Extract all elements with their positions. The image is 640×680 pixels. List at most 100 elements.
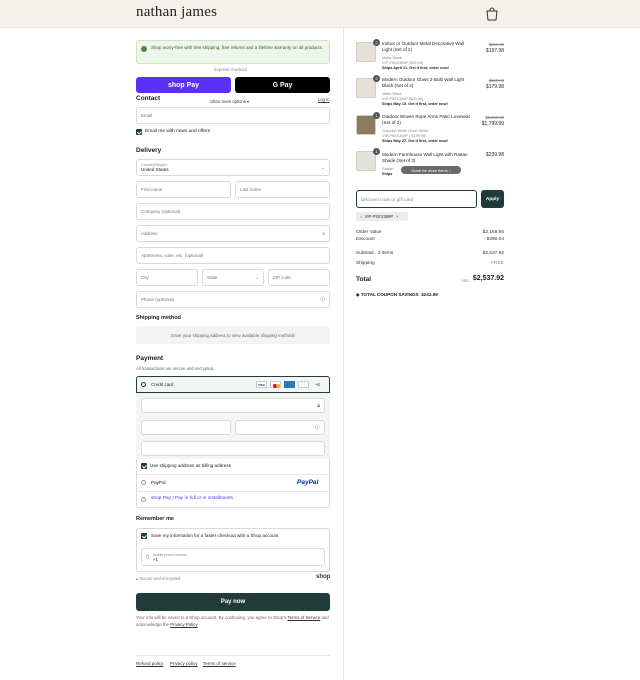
item-price: $239.98: [485, 152, 504, 158]
product-variant: Graphite White Linen White: [382, 129, 429, 133]
google-pay-button[interactable]: G Pay: [235, 77, 330, 93]
subtotal-value: $2,537.92: [482, 251, 504, 256]
country-select[interactable]: Country/Region United States: [136, 159, 330, 176]
remember-heading: Remember me: [136, 516, 174, 522]
tag-code: VIP-P5XX369P: [364, 214, 394, 219]
company-field[interactable]: Company (optional): [136, 203, 330, 220]
item-price: $197.98: [485, 48, 504, 54]
mobile-phone-field[interactable]: ▯ Mobile phone number +1: [141, 548, 325, 566]
security-code-field[interactable]: ⓘ: [235, 420, 325, 435]
state-placeholder: State: [207, 275, 218, 280]
country-value: United States: [141, 167, 169, 172]
shopping-bag-icon[interactable]: [484, 7, 500, 21]
product-name: Modern Outdoor Glass 2-Bulb Wall Light B…: [382, 77, 465, 88]
save-info-checkbox[interactable]: [141, 533, 147, 539]
warranty-banner: Shop worry-free with free shipping, free…: [136, 40, 330, 64]
shop-pay-installments-label: shop Pay | Pay in full or in installment…: [151, 496, 234, 501]
mobile-prefix: +1: [152, 556, 158, 562]
product-name: Modern Farmhouse Wall Light with Rattan …: [382, 152, 468, 163]
paypal-radio[interactable]: [141, 480, 146, 485]
coupon-savings: ◈ TOTAL COUPON SAVINGS $241.99: [356, 292, 438, 298]
email-field[interactable]: Email: [136, 107, 330, 124]
card-number-field[interactable]: 🔒︎: [141, 398, 325, 413]
scroll-hint-text: Scroll for more items: [411, 167, 448, 173]
divider: [136, 474, 330, 475]
order-value-label: Order Value: [356, 230, 382, 235]
last-name-field[interactable]: Last name: [235, 181, 330, 198]
refund-policy-link[interactable]: Refund policy: [136, 661, 163, 666]
product-thumbnail: [356, 115, 376, 135]
savings-label: TOTAL COUPON SAVINGS: [360, 292, 419, 297]
product-variant: Matte Black: [382, 56, 402, 60]
apply-discount-button[interactable]: Apply: [481, 190, 504, 208]
contact-heading: Contact: [136, 95, 161, 102]
privacy-policy-link[interactable]: Privacy policy: [170, 661, 198, 666]
help-circle-icon[interactable]: ⓘ: [315, 424, 320, 431]
first-name-field[interactable]: First name: [136, 181, 231, 198]
email-placeholder: Email: [141, 113, 153, 118]
product-variant: Rattan: [382, 167, 394, 171]
name-on-card-field[interactable]: [141, 441, 325, 456]
discount-code-input[interactable]: Discount code or gift card: [356, 190, 477, 208]
shipping-label: Shipping: [356, 261, 375, 266]
city-placeholder: City: [141, 275, 149, 280]
quantity-badge: 2: [373, 39, 380, 46]
scroll-more-items-button[interactable]: Scroll for more items ↓: [401, 166, 461, 174]
delivery-heading: Delivery: [136, 147, 162, 154]
help-circle-icon[interactable]: ⓘ: [320, 296, 325, 303]
total-label: Total: [356, 276, 372, 283]
ship-date: Ships May 27. Get it first, order now!: [382, 139, 448, 143]
pay-now-button[interactable]: Pay now: [136, 593, 330, 611]
shop-pay-radio[interactable]: [141, 497, 146, 502]
radio-selected[interactable]: [141, 382, 146, 387]
secure-label: 🔒︎ Secure and encrypted: [136, 576, 181, 581]
save-info-label: Save my information for a faster checkou…: [151, 533, 279, 538]
apartment-field[interactable]: Apartment, suite, etc. (optional): [136, 247, 330, 264]
first-name-placeholder: First name: [141, 187, 163, 192]
shop-pay-button[interactable]: shop Pay: [136, 77, 231, 93]
terms-link[interactable]: Terms of Service: [287, 615, 320, 620]
terms-of-service-link[interactable]: Terms of service: [203, 661, 236, 666]
billing-label: Use shipping address as billing address: [150, 463, 231, 468]
privacy-link[interactable]: Privacy Policy: [170, 622, 197, 627]
vip-discount: VIP-P5XX369P ($20.00): [382, 97, 424, 101]
original-price: $199.98: [488, 78, 504, 83]
zip-field[interactable]: ZIP code: [268, 269, 330, 286]
tag-icon: ⌂: [360, 214, 363, 219]
total-value: $2,537.92: [472, 275, 504, 282]
original-price: $219.98: [488, 42, 504, 47]
product-thumbnail: [356, 42, 376, 62]
site-header: [0, 0, 640, 28]
address-field[interactable]: Address ⌕: [136, 225, 330, 242]
brand-logo[interactable]: nathan james: [136, 4, 217, 21]
footer-divider: [136, 655, 330, 656]
state-select[interactable]: State ⌄: [202, 269, 264, 286]
legal-lead: Your info will be saved to a Shop accoun…: [136, 615, 287, 620]
banner-text: Shop worry-free with free shipping, free…: [151, 45, 324, 50]
product-thumbnail: [356, 151, 376, 171]
company-placeholder: Company (optional): [141, 209, 181, 214]
order-items-list: 2 Indoor or Outdoor Metal Decorative Wal…: [343, 38, 640, 178]
chevron-down-icon: ⌄: [255, 274, 259, 280]
billing-checkbox[interactable]: [141, 463, 147, 469]
payment-heading: Payment: [136, 355, 164, 362]
quantity-badge: 1: [373, 112, 380, 119]
lock-icon: 🔒︎: [317, 402, 320, 409]
phone-field[interactable]: Phone (optional) ⓘ: [136, 291, 330, 308]
shipping-value: FREE: [491, 261, 504, 266]
remove-tag-icon[interactable]: ×: [396, 214, 398, 219]
phone-icon: ▯: [146, 554, 149, 560]
discover-icon: [298, 381, 309, 388]
city-field[interactable]: City: [136, 269, 198, 286]
expiration-field[interactable]: [141, 420, 231, 435]
news-checkbox[interactable]: [136, 129, 142, 135]
amex-icon: [284, 381, 295, 388]
shop-logo: shop: [316, 574, 331, 580]
original-price: $1,999.98: [485, 115, 504, 120]
login-link[interactable]: Log in: [318, 97, 329, 102]
divider: [136, 491, 330, 492]
apartment-placeholder: Apartment, suite, etc. (optional): [141, 253, 204, 258]
savings-value: $241.99: [421, 292, 438, 297]
show-more-options-link[interactable]: Show more options ▾: [210, 99, 249, 104]
ship-date: Ships April 21. Get it first, order now!: [382, 66, 449, 70]
